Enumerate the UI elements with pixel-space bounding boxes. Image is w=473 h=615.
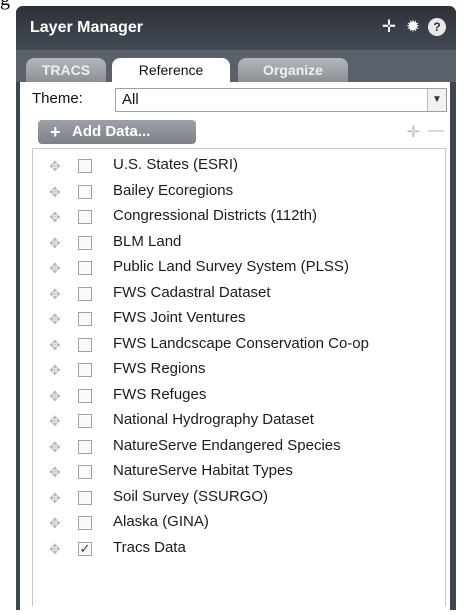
layer-row: ✥ ✓ Tracs Data xyxy=(33,537,445,562)
layer-name: FWS Landcscape Conservation Co-op xyxy=(113,334,369,352)
collapse-all-icon[interactable]: — xyxy=(428,122,444,142)
theme-select[interactable]: All ▼ xyxy=(115,88,447,112)
layer-name: FWS Cadastral Dataset xyxy=(113,283,271,301)
add-data-label: Add Data... xyxy=(72,123,151,140)
layer-checkbox[interactable] xyxy=(78,516,92,530)
tab-reference[interactable]: Reference xyxy=(112,58,230,84)
layer-row: ✥ FWS Cadastral Dataset xyxy=(33,282,445,307)
drag-handle-icon[interactable]: ✥ xyxy=(49,337,61,354)
drag-handle-icon[interactable]: ✥ xyxy=(49,235,61,252)
layer-checkbox[interactable] xyxy=(78,363,92,377)
layer-name: FWS Regions xyxy=(113,360,206,377)
layer-row: ✥ National Hydrography Dataset xyxy=(33,409,445,434)
layer-checkbox[interactable] xyxy=(78,414,92,428)
layer-name: FWS Refuges xyxy=(113,385,207,403)
drag-handle-icon[interactable]: ✥ xyxy=(49,209,61,226)
drag-handle-icon[interactable]: ✥ xyxy=(49,286,61,303)
drag-handle-icon[interactable]: ✥ xyxy=(49,413,61,430)
layer-checkbox[interactable] xyxy=(78,465,92,479)
plus-icon: + xyxy=(50,122,61,142)
layer-row: ✥ Alaska (GINA) xyxy=(33,511,445,536)
layer-checkbox[interactable] xyxy=(78,388,92,403)
layer-row: ✥ FWS Landcscape Conservation Co-op xyxy=(33,333,445,358)
theme-label: Theme: xyxy=(32,90,83,107)
layer-row: ✥ FWS Regions xyxy=(33,358,445,383)
drag-handle-icon[interactable]: ✥ xyxy=(49,158,61,175)
layer-checkbox[interactable] xyxy=(78,490,92,505)
layer-name: Bailey Ecoregions xyxy=(113,181,234,199)
layer-name: NatureServe Endangered Species xyxy=(113,436,341,454)
layer-row: ✥ NatureServe Endangered Species xyxy=(33,435,445,460)
drag-handle-icon[interactable]: ✥ xyxy=(49,311,61,328)
layer-name: Alaska (GINA) xyxy=(113,513,209,530)
layer-name: Tracs Data xyxy=(113,538,186,556)
add-data-button[interactable]: + Add Data... xyxy=(38,120,196,144)
layer-checkbox[interactable] xyxy=(78,312,92,326)
drag-handle-icon[interactable]: ✥ xyxy=(49,260,61,277)
layer-name: FWS Joint Ventures xyxy=(113,309,246,326)
layer-row: ✥ BLM Land xyxy=(33,231,445,256)
drag-handle-icon[interactable]: ✥ xyxy=(49,464,61,481)
tab-organize[interactable]: Organize xyxy=(238,58,348,82)
layer-row: ✥ Congressional Districts (112th) xyxy=(33,205,445,230)
theme-value: All xyxy=(122,91,139,108)
gear-icon[interactable]: ✹ xyxy=(404,18,422,36)
move-icon[interactable]: ✛ xyxy=(380,18,398,36)
layer-name: Soil Survey (SSURGO) xyxy=(113,487,269,505)
layer-name: Public Land Survey System (PLSS) xyxy=(113,258,349,275)
layer-name: U.S. States (ESRI) xyxy=(113,156,239,173)
layer-checkbox[interactable] xyxy=(78,210,92,224)
layer-row: ✥ U.S. States (ESRI) xyxy=(33,154,445,179)
layer-checkbox[interactable] xyxy=(78,261,92,275)
layer-checkbox[interactable]: ✓ xyxy=(78,541,92,556)
tab-tracs[interactable]: TRACS xyxy=(26,58,106,82)
chevron-down-icon[interactable]: ▼ xyxy=(427,89,446,111)
drag-handle-icon[interactable]: ✥ xyxy=(49,439,61,456)
layer-manager-panel: Layer Manager ✛ ✹ ? TRACS Reference Orga… xyxy=(16,6,456,610)
layer-row: ✥ Soil Survey (SSURGO) xyxy=(33,486,445,511)
layer-row: ✥ Bailey Ecoregions xyxy=(33,180,445,205)
layer-checkbox[interactable] xyxy=(78,159,92,173)
layer-checkbox[interactable] xyxy=(78,235,92,250)
panel-title: Layer Manager xyxy=(30,19,143,36)
figure-caption: g xyxy=(0,0,10,11)
layer-checkbox[interactable] xyxy=(78,184,92,199)
help-icon[interactable]: ? xyxy=(428,18,446,36)
layer-row: ✥ Public Land Survey System (PLSS) xyxy=(33,256,445,281)
expand-all-icon[interactable]: ✛ xyxy=(407,122,420,142)
panel-titlebar: Layer Manager ✛ ✹ ? xyxy=(16,6,456,50)
layer-name: BLM Land xyxy=(113,232,182,250)
layer-name: National Hydrography Dataset xyxy=(113,411,314,428)
drag-handle-icon[interactable]: ✥ xyxy=(49,388,61,405)
tab-bar: TRACS Reference Organize xyxy=(16,50,456,84)
layer-checkbox[interactable] xyxy=(78,337,92,352)
layer-row: ✥ FWS Refuges xyxy=(33,384,445,409)
drag-handle-icon[interactable]: ✥ xyxy=(49,184,61,201)
layer-row: ✥ FWS Joint Ventures xyxy=(33,307,445,332)
layer-checkbox[interactable] xyxy=(78,286,92,301)
reference-tab-content: Theme: All ▼ + Add Data... ✛ — ✥ U.S. St… xyxy=(20,82,450,610)
layer-checkbox[interactable] xyxy=(78,439,92,454)
layer-list: ✥ U.S. States (ESRI) ✥ Bailey Ecoregions… xyxy=(32,148,446,606)
drag-handle-icon[interactable]: ✥ xyxy=(49,362,61,379)
layer-row: ✥ NatureServe Habitat Types xyxy=(33,460,445,485)
layer-name: NatureServe Habitat Types xyxy=(113,462,293,479)
drag-handle-icon[interactable]: ✥ xyxy=(49,541,61,558)
layer-name: Congressional Districts (112th) xyxy=(113,207,317,224)
drag-handle-icon[interactable]: ✥ xyxy=(49,490,61,507)
drag-handle-icon[interactable]: ✥ xyxy=(49,515,61,532)
